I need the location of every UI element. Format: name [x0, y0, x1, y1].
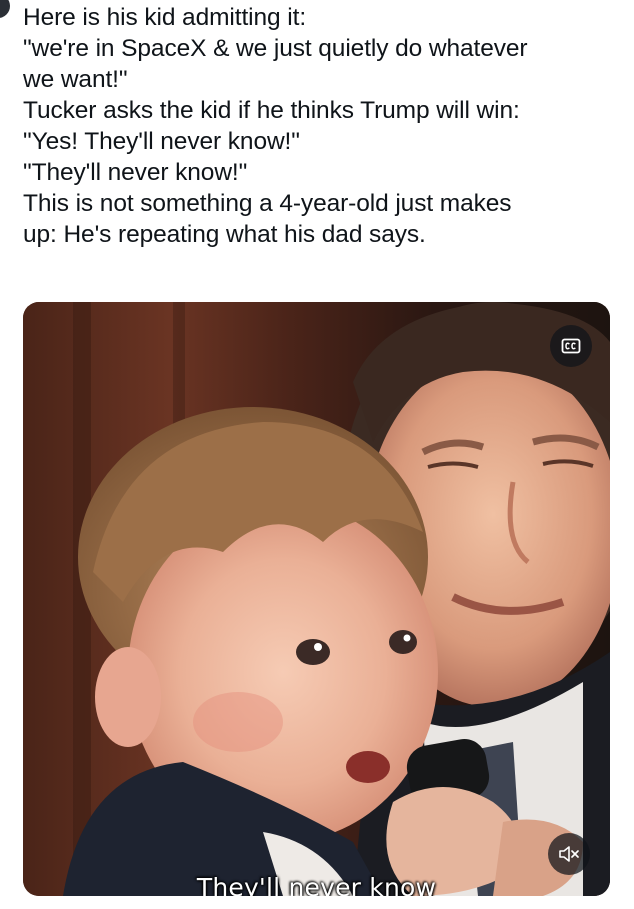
- tweet-text: Here is his kid admitting it: "we're in …: [23, 2, 623, 250]
- tweet-line: Here is his kid admitting it:: [23, 4, 307, 31]
- video-frame: [23, 302, 610, 896]
- tweet-line: Tucker asks the kid if he thinks Trump w…: [23, 97, 520, 124]
- tweet-line: up: He's repeating what his dad says.: [23, 221, 426, 248]
- video-caption: They'll never know: [196, 874, 437, 896]
- tweet-line: "Yes! They'll never know!": [23, 128, 300, 155]
- tweet-line: This is not something a 4-year-old just …: [23, 190, 512, 217]
- tweet-line: "we're in SpaceX & we just quietly do wh…: [23, 35, 528, 62]
- tweet-line: "They'll never know!": [23, 159, 248, 186]
- closed-captions-button[interactable]: [550, 325, 592, 367]
- tweet-line: we want!": [23, 66, 128, 93]
- mute-button[interactable]: [548, 833, 590, 875]
- closed-captions-icon: [561, 338, 581, 354]
- speaker-muted-icon: [559, 846, 579, 862]
- video-player[interactable]: They'll never know: [23, 302, 610, 896]
- author-avatar[interactable]: [0, 0, 10, 18]
